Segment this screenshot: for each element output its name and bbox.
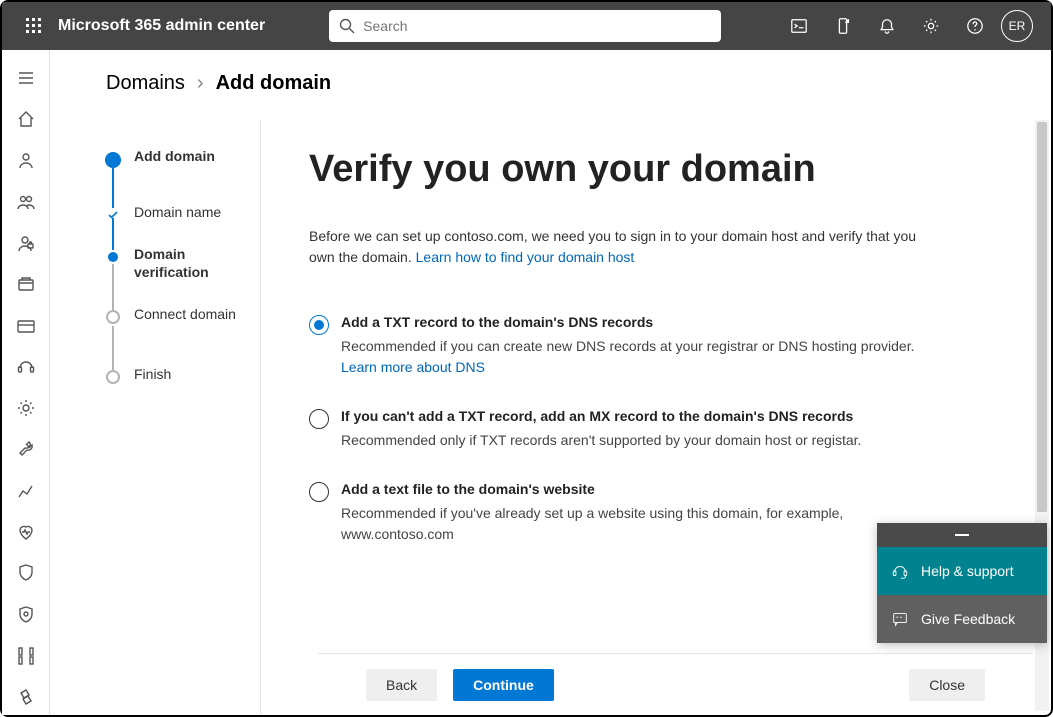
radio-icon[interactable] [309, 315, 329, 335]
feedback-icon [891, 610, 909, 628]
users-icon[interactable] [6, 143, 46, 178]
search-container [329, 10, 721, 42]
show-all-icon[interactable] [6, 680, 46, 715]
minimize-handle[interactable] [877, 523, 1047, 547]
roles-icon[interactable] [6, 225, 46, 260]
step-domain-verification: Domain verification [106, 246, 260, 306]
admin-centers-icon[interactable] [6, 638, 46, 673]
give-feedback-button[interactable]: Give Feedback [877, 595, 1047, 643]
radio-icon[interactable] [309, 482, 329, 502]
shell-icon[interactable] [777, 2, 821, 50]
user-avatar[interactable]: ER [1001, 10, 1033, 42]
groups-icon[interactable] [6, 184, 46, 219]
support-icon[interactable] [6, 349, 46, 384]
option-txt-record[interactable]: Add a TXT record to the domain's DNS rec… [309, 314, 949, 378]
breadcrumb-root[interactable]: Domains [106, 72, 185, 95]
help-support-button[interactable]: Help & support [877, 547, 1047, 595]
search-input[interactable] [363, 18, 711, 34]
close-button[interactable]: Close [909, 669, 985, 701]
top-icon-group: ER [777, 2, 1043, 50]
app-launcher-icon[interactable] [10, 2, 58, 50]
settings-icon[interactable] [6, 391, 46, 426]
menu-icon[interactable] [6, 60, 46, 95]
option-text-file[interactable]: Add a text file to the domain's website … [309, 481, 949, 545]
home-icon[interactable] [6, 101, 46, 136]
search-icon [339, 18, 355, 34]
dns-link[interactable]: Learn more about DNS [341, 359, 485, 375]
wizard-stepper: Add domain Domain name Domain verificati… [50, 120, 260, 715]
health-icon[interactable] [6, 514, 46, 549]
breadcrumb-current: Add domain [216, 72, 332, 95]
mobile-icon[interactable] [821, 2, 865, 50]
reports-icon[interactable] [6, 473, 46, 508]
intro-link[interactable]: Learn how to find your domain host [416, 249, 635, 265]
search-box[interactable] [329, 10, 721, 42]
help-widget: Help & support Give Feedback [877, 523, 1047, 643]
app-title: Microsoft 365 admin center [58, 17, 265, 35]
continue-button[interactable]: Continue [453, 669, 554, 701]
step-finish: Finish [106, 366, 260, 384]
help-icon[interactable] [953, 2, 997, 50]
resources-icon[interactable] [6, 267, 46, 302]
bell-icon[interactable] [865, 2, 909, 50]
billing-icon[interactable] [6, 308, 46, 343]
breadcrumb: Domains › Add domain [50, 50, 1051, 95]
headset-icon [891, 562, 909, 580]
security-icon[interactable] [6, 556, 46, 591]
chevron-right-icon: › [197, 72, 204, 95]
main-area: Domains › Add domain Add domain Domain n… [50, 50, 1051, 715]
page-heading: Verify you own your domain [309, 148, 973, 192]
nav-rail [2, 50, 50, 715]
wizard-footer: Back Continue Close [318, 653, 1033, 715]
intro-text: Before we can set up contoso.com, we nee… [309, 226, 929, 268]
back-button[interactable]: Back [366, 669, 437, 701]
step-connect-domain: Connect domain [106, 306, 260, 366]
step-domain-name: Domain name [106, 204, 260, 246]
compliance-icon[interactable] [6, 597, 46, 632]
step-add-domain: Add domain [106, 148, 260, 204]
settings-gear-icon[interactable] [909, 2, 953, 50]
top-bar: Microsoft 365 admin center ER [2, 2, 1051, 50]
option-mx-record[interactable]: If you can't add a TXT record, add an MX… [309, 408, 949, 451]
radio-icon[interactable] [309, 409, 329, 429]
setup-icon[interactable] [6, 432, 46, 467]
